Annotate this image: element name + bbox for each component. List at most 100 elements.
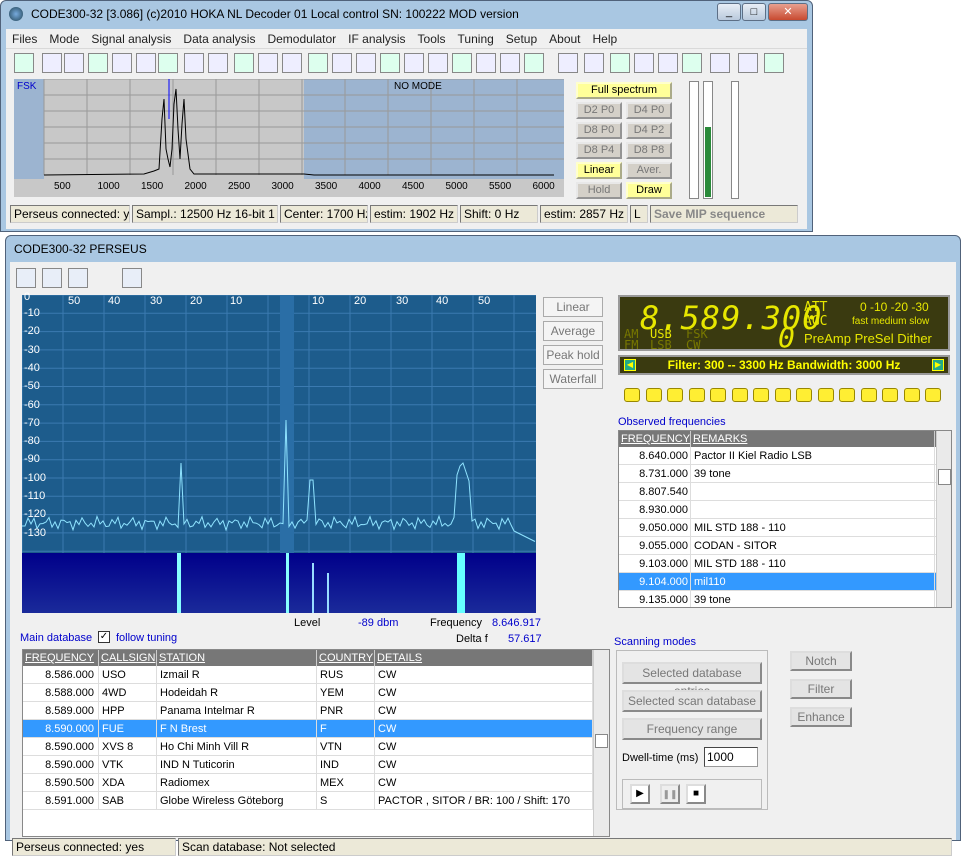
levels-icon[interactable] <box>428 53 448 73</box>
signal-icon[interactable] <box>476 53 496 73</box>
r-icon[interactable] <box>738 53 758 73</box>
d8p8-button[interactable]: D8 P8 <box>626 142 672 159</box>
observed-scrollbar[interactable] <box>936 431 951 607</box>
full-spectrum-button[interactable]: Full spectrum <box>576 82 672 99</box>
table-row[interactable]: 8.588.000 4WD Hodeidah R YEM CW <box>23 684 609 702</box>
observed-row[interactable]: 9.104.000 mil110 <box>619 573 951 591</box>
aver-button[interactable]: Aver. <box>626 162 672 179</box>
memory-marker-icon[interactable] <box>882 388 898 402</box>
table-row[interactable]: 8.590.000 VTK IND N Tuticorin IND CW <box>23 756 609 774</box>
col-callsign[interactable]: CALLSIGN <box>99 650 157 666</box>
edit-icon[interactable] <box>42 268 62 288</box>
observed-row[interactable]: 9.050.000 MIL STD 188 - 110 <box>619 519 951 537</box>
grid-icon[interactable] <box>112 53 132 73</box>
record-icon[interactable] <box>610 53 630 73</box>
memory-marker-icon[interactable] <box>753 388 769 402</box>
d8p0-button[interactable]: D8 P0 <box>576 122 622 139</box>
notch-button[interactable]: Notch <box>790 651 852 671</box>
stats-icon[interactable] <box>14 53 34 73</box>
enhance-button[interactable]: Enhance <box>790 707 852 727</box>
fsk-spectrum[interactable]: FSK NO MODE 500 1000 1500 2000 2500 3000 3500 4… <box>14 79 564 197</box>
observed-row[interactable]: 8.930.000 <box>619 501 951 519</box>
col-details[interactable]: DETAILS <box>375 650 593 666</box>
import-icon[interactable] <box>682 53 702 73</box>
menu-files[interactable]: Files <box>6 29 43 49</box>
menu-signal-analysis[interactable]: Signal analysis <box>85 29 177 49</box>
table-row[interactable]: 8.591.000 SAB Globe Wireless Göteborg S PACT… <box>23 792 609 810</box>
memory-marker-icon[interactable] <box>710 388 726 402</box>
perseus-spectrum[interactable]: 0 -10 -20 -30 -40 -50 -60 -70 -80 -90 -100 -110 -120… <box>21 291 536 553</box>
bars-icon[interactable] <box>208 53 228 73</box>
copy-icon[interactable] <box>16 268 36 288</box>
export-icon[interactable] <box>658 53 678 73</box>
audio-icon[interactable] <box>584 53 604 73</box>
average-button[interactable]: Average <box>543 321 603 341</box>
dwell-time-input[interactable] <box>704 747 758 767</box>
memory-marker-icon[interactable] <box>925 388 941 402</box>
menu-mode[interactable]: Mode <box>43 29 85 49</box>
minimize-button[interactable]: _ <box>717 3 741 21</box>
table-row[interactable]: 8.586.000 USO Izmail R RUS CW <box>23 666 609 684</box>
stop-button[interactable]: ■ <box>686 784 706 804</box>
info-icon[interactable] <box>764 53 784 73</box>
menu-demodulator[interactable]: Demodulator <box>261 29 342 49</box>
data-icon[interactable] <box>332 53 352 73</box>
table-icon[interactable] <box>404 53 424 73</box>
menu-about[interactable]: About <box>543 29 586 49</box>
antenna-icon[interactable] <box>88 53 108 73</box>
memory-marker-icon[interactable] <box>839 388 855 402</box>
music-icon[interactable] <box>452 53 472 73</box>
linear-button[interactable]: Linear <box>576 162 622 179</box>
d2p0-button[interactable]: D2 P0 <box>576 102 622 119</box>
d8p4-button[interactable]: D8 P4 <box>576 142 622 159</box>
table-row[interactable]: 8.590.000 XVS 8 Ho Chi Minh Vill R VTN CW <box>23 738 609 756</box>
d4p0-button[interactable]: D4 P0 <box>626 102 672 119</box>
table-row[interactable]: 8.589.000 HPP Panama Intelmar R PNR CW <box>23 702 609 720</box>
selected-scan-database-button[interactable]: Selected scan database <box>622 690 762 712</box>
menu-if-analysis[interactable]: IF analysis <box>342 29 411 49</box>
memory-marker-icon[interactable] <box>817 388 834 402</box>
memory-marker-icon[interactable] <box>624 388 640 402</box>
list-icon[interactable] <box>68 268 88 288</box>
bank-icon[interactable] <box>42 53 62 73</box>
menu-tools[interactable]: Tools <box>412 29 452 49</box>
tuning-icon[interactable] <box>282 53 302 73</box>
memory-marker-icon[interactable] <box>796 388 812 402</box>
d4p2-button[interactable]: D4 P2 <box>626 122 672 139</box>
pause-icon[interactable] <box>634 53 654 73</box>
menu-data-analysis[interactable]: Data analysis <box>177 29 261 49</box>
printer-icon[interactable] <box>64 53 84 73</box>
selected-database-entries-button[interactable]: Selected database entries <box>622 662 762 698</box>
maximize-button[interactable]: □ <box>742 3 766 21</box>
save-mip-sequence[interactable]: Save MIP sequence <box>650 205 798 223</box>
menu-help[interactable]: Help <box>587 29 624 49</box>
observed-row[interactable]: 8.731.000 39 tone <box>619 465 951 483</box>
help-icon[interactable] <box>558 53 578 73</box>
clock-icon[interactable] <box>258 53 278 73</box>
matrix-icon[interactable] <box>184 53 204 73</box>
col-country[interactable]: COUNTRY <box>317 650 375 666</box>
col-remarks[interactable]: REMARKS <box>691 431 935 447</box>
draw-button[interactable]: Draw <box>626 182 672 199</box>
memory-marker-icon[interactable] <box>645 388 662 402</box>
waveform-icon[interactable] <box>158 53 178 73</box>
filter-button[interactable]: Filter <box>790 679 852 699</box>
observed-row[interactable]: 9.055.000 CODAN - SITOR <box>619 537 951 555</box>
waterfall-button[interactable]: Waterfall <box>543 369 603 389</box>
frequency-range-button[interactable]: Frequency range <box>622 718 762 740</box>
histogram-icon[interactable] <box>380 53 400 73</box>
observed-row[interactable]: 8.807.540 <box>619 483 951 501</box>
memory-marker-icon[interactable] <box>731 388 748 402</box>
filter-next-button[interactable]: ▶ <box>932 359 944 371</box>
table-row[interactable]: 8.590.500 XDA Radiomex MEX CW <box>23 774 609 792</box>
chart-icon[interactable] <box>136 53 156 73</box>
close-button[interactable]: ✕ <box>768 3 808 21</box>
save-icon[interactable] <box>308 53 328 73</box>
observed-row[interactable]: 9.135.000 39 tone <box>619 591 951 607</box>
pause-button[interactable]: ❚❚ <box>660 784 680 804</box>
col-station[interactable]: STATION <box>157 650 317 666</box>
memory-marker-icon[interactable] <box>667 388 683 402</box>
col-frequency[interactable]: FREQUENCY <box>619 431 691 447</box>
hold-button[interactable]: Hold <box>576 182 622 199</box>
observed-row[interactable]: 9.103.000 MIL STD 188 - 110 <box>619 555 951 573</box>
